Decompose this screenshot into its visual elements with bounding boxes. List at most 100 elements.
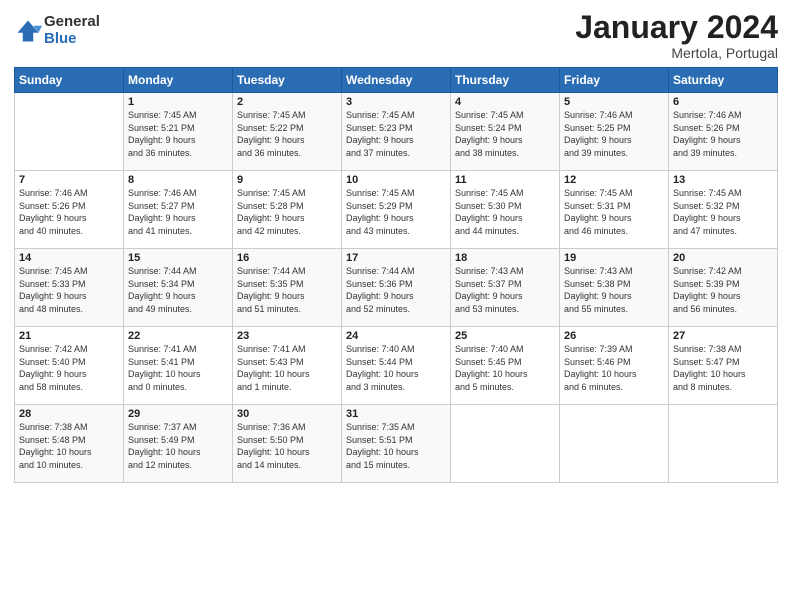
day-info: Sunrise: 7:46 AM Sunset: 5:25 PM Dayligh…	[564, 109, 664, 159]
day-number: 20	[673, 252, 773, 264]
calendar-cell: 23Sunrise: 7:41 AM Sunset: 5:43 PM Dayli…	[233, 327, 342, 405]
day-info: Sunrise: 7:45 AM Sunset: 5:23 PM Dayligh…	[346, 109, 446, 159]
col-friday: Friday	[560, 68, 669, 93]
day-number: 18	[455, 252, 555, 264]
calendar-cell: 29Sunrise: 7:37 AM Sunset: 5:49 PM Dayli…	[124, 405, 233, 483]
calendar-week-2: 7Sunrise: 7:46 AM Sunset: 5:26 PM Daylig…	[15, 171, 778, 249]
col-sunday: Sunday	[15, 68, 124, 93]
day-info: Sunrise: 7:39 AM Sunset: 5:46 PM Dayligh…	[564, 343, 664, 393]
calendar-cell	[451, 405, 560, 483]
day-info: Sunrise: 7:36 AM Sunset: 5:50 PM Dayligh…	[237, 421, 337, 471]
calendar-week-3: 14Sunrise: 7:45 AM Sunset: 5:33 PM Dayli…	[15, 249, 778, 327]
calendar-cell	[669, 405, 778, 483]
header: General Blue January 2024 Mertola, Portu…	[14, 10, 778, 61]
day-number: 14	[19, 252, 119, 264]
day-info: Sunrise: 7:40 AM Sunset: 5:44 PM Dayligh…	[346, 343, 446, 393]
day-info: Sunrise: 7:46 AM Sunset: 5:26 PM Dayligh…	[673, 109, 773, 159]
calendar-cell: 6Sunrise: 7:46 AM Sunset: 5:26 PM Daylig…	[669, 93, 778, 171]
day-info: Sunrise: 7:45 AM Sunset: 5:32 PM Dayligh…	[673, 187, 773, 237]
col-monday: Monday	[124, 68, 233, 93]
col-tuesday: Tuesday	[233, 68, 342, 93]
day-info: Sunrise: 7:44 AM Sunset: 5:35 PM Dayligh…	[237, 265, 337, 315]
calendar-cell: 25Sunrise: 7:40 AM Sunset: 5:45 PM Dayli…	[451, 327, 560, 405]
calendar-cell: 12Sunrise: 7:45 AM Sunset: 5:31 PM Dayli…	[560, 171, 669, 249]
calendar-cell: 8Sunrise: 7:46 AM Sunset: 5:27 PM Daylig…	[124, 171, 233, 249]
day-number: 25	[455, 330, 555, 342]
day-number: 1	[128, 96, 228, 108]
day-info: Sunrise: 7:38 AM Sunset: 5:47 PM Dayligh…	[673, 343, 773, 393]
day-info: Sunrise: 7:42 AM Sunset: 5:39 PM Dayligh…	[673, 265, 773, 315]
day-number: 23	[237, 330, 337, 342]
day-number: 28	[19, 408, 119, 420]
day-number: 6	[673, 96, 773, 108]
calendar-cell: 24Sunrise: 7:40 AM Sunset: 5:44 PM Dayli…	[342, 327, 451, 405]
day-info: Sunrise: 7:45 AM Sunset: 5:33 PM Dayligh…	[19, 265, 119, 315]
calendar-title: January 2024	[575, 10, 778, 45]
day-number: 17	[346, 252, 446, 264]
calendar-cell: 18Sunrise: 7:43 AM Sunset: 5:37 PM Dayli…	[451, 249, 560, 327]
calendar-week-4: 21Sunrise: 7:42 AM Sunset: 5:40 PM Dayli…	[15, 327, 778, 405]
col-wednesday: Wednesday	[342, 68, 451, 93]
day-number: 7	[19, 174, 119, 186]
logo-text: General Blue	[44, 14, 100, 47]
calendar-cell: 17Sunrise: 7:44 AM Sunset: 5:36 PM Dayli…	[342, 249, 451, 327]
day-number: 3	[346, 96, 446, 108]
day-number: 24	[346, 330, 446, 342]
day-number: 15	[128, 252, 228, 264]
day-info: Sunrise: 7:38 AM Sunset: 5:48 PM Dayligh…	[19, 421, 119, 471]
day-info: Sunrise: 7:45 AM Sunset: 5:28 PM Dayligh…	[237, 187, 337, 237]
day-number: 29	[128, 408, 228, 420]
col-saturday: Saturday	[669, 68, 778, 93]
day-info: Sunrise: 7:43 AM Sunset: 5:38 PM Dayligh…	[564, 265, 664, 315]
day-info: Sunrise: 7:37 AM Sunset: 5:49 PM Dayligh…	[128, 421, 228, 471]
day-number: 2	[237, 96, 337, 108]
calendar-cell: 11Sunrise: 7:45 AM Sunset: 5:30 PM Dayli…	[451, 171, 560, 249]
day-number: 19	[564, 252, 664, 264]
calendar-cell: 19Sunrise: 7:43 AM Sunset: 5:38 PM Dayli…	[560, 249, 669, 327]
header-row: Sunday Monday Tuesday Wednesday Thursday…	[15, 68, 778, 93]
calendar-body: 1Sunrise: 7:45 AM Sunset: 5:21 PM Daylig…	[15, 93, 778, 483]
day-info: Sunrise: 7:46 AM Sunset: 5:26 PM Dayligh…	[19, 187, 119, 237]
day-number: 31	[346, 408, 446, 420]
logo-blue: Blue	[44, 31, 100, 48]
day-info: Sunrise: 7:45 AM Sunset: 5:29 PM Dayligh…	[346, 187, 446, 237]
day-number: 30	[237, 408, 337, 420]
calendar-cell: 13Sunrise: 7:45 AM Sunset: 5:32 PM Dayli…	[669, 171, 778, 249]
day-number: 12	[564, 174, 664, 186]
col-thursday: Thursday	[451, 68, 560, 93]
day-info: Sunrise: 7:35 AM Sunset: 5:51 PM Dayligh…	[346, 421, 446, 471]
day-info: Sunrise: 7:41 AM Sunset: 5:43 PM Dayligh…	[237, 343, 337, 393]
calendar-cell: 30Sunrise: 7:36 AM Sunset: 5:50 PM Dayli…	[233, 405, 342, 483]
calendar-week-5: 28Sunrise: 7:38 AM Sunset: 5:48 PM Dayli…	[15, 405, 778, 483]
day-info: Sunrise: 7:45 AM Sunset: 5:24 PM Dayligh…	[455, 109, 555, 159]
logo-icon	[14, 17, 42, 45]
logo: General Blue	[14, 14, 100, 47]
calendar-table: Sunday Monday Tuesday Wednesday Thursday…	[14, 67, 778, 483]
day-number: 13	[673, 174, 773, 186]
calendar-header: Sunday Monday Tuesday Wednesday Thursday…	[15, 68, 778, 93]
calendar-cell: 15Sunrise: 7:44 AM Sunset: 5:34 PM Dayli…	[124, 249, 233, 327]
title-block: January 2024 Mertola, Portugal	[575, 10, 778, 61]
calendar-cell: 3Sunrise: 7:45 AM Sunset: 5:23 PM Daylig…	[342, 93, 451, 171]
calendar-subtitle: Mertola, Portugal	[575, 45, 778, 61]
day-number: 8	[128, 174, 228, 186]
calendar-cell: 9Sunrise: 7:45 AM Sunset: 5:28 PM Daylig…	[233, 171, 342, 249]
calendar-cell: 7Sunrise: 7:46 AM Sunset: 5:26 PM Daylig…	[15, 171, 124, 249]
calendar-cell: 31Sunrise: 7:35 AM Sunset: 5:51 PM Dayli…	[342, 405, 451, 483]
day-info: Sunrise: 7:43 AM Sunset: 5:37 PM Dayligh…	[455, 265, 555, 315]
calendar-cell: 1Sunrise: 7:45 AM Sunset: 5:21 PM Daylig…	[124, 93, 233, 171]
day-number: 11	[455, 174, 555, 186]
calendar-cell: 5Sunrise: 7:46 AM Sunset: 5:25 PM Daylig…	[560, 93, 669, 171]
day-number: 16	[237, 252, 337, 264]
calendar-cell: 28Sunrise: 7:38 AM Sunset: 5:48 PM Dayli…	[15, 405, 124, 483]
day-info: Sunrise: 7:41 AM Sunset: 5:41 PM Dayligh…	[128, 343, 228, 393]
calendar-page: General Blue January 2024 Mertola, Portu…	[0, 0, 792, 612]
calendar-cell: 4Sunrise: 7:45 AM Sunset: 5:24 PM Daylig…	[451, 93, 560, 171]
calendar-cell: 16Sunrise: 7:44 AM Sunset: 5:35 PM Dayli…	[233, 249, 342, 327]
day-info: Sunrise: 7:44 AM Sunset: 5:34 PM Dayligh…	[128, 265, 228, 315]
calendar-cell	[560, 405, 669, 483]
day-info: Sunrise: 7:46 AM Sunset: 5:27 PM Dayligh…	[128, 187, 228, 237]
day-number: 5	[564, 96, 664, 108]
calendar-cell: 2Sunrise: 7:45 AM Sunset: 5:22 PM Daylig…	[233, 93, 342, 171]
calendar-cell	[15, 93, 124, 171]
